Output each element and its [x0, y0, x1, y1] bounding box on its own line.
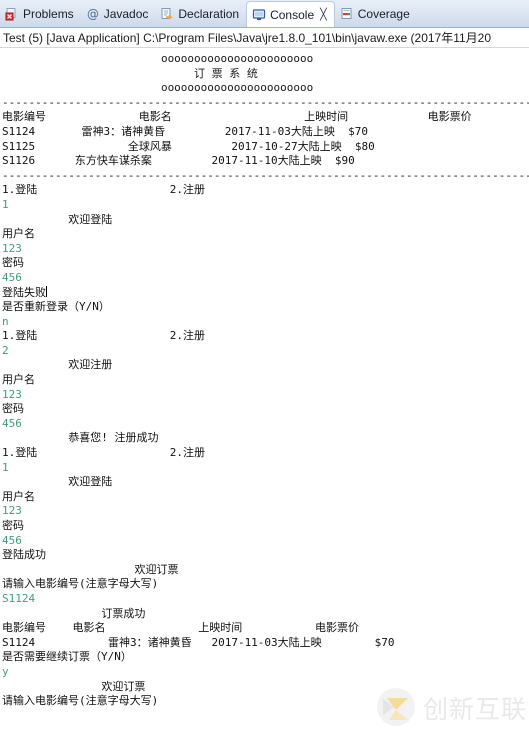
console-icon	[252, 8, 266, 22]
console-line-list: ooooooooooooooooooooooo 订 票 系 统 oooooooo…	[2, 52, 529, 709]
console-line: 1	[2, 197, 9, 211]
tab-console[interactable]: Console ╳	[246, 1, 335, 27]
console-line: ooooooooooooooooooooooo	[2, 81, 314, 95]
console-line: 电影编号 电影名 上映时间 电影票价	[2, 621, 360, 635]
view-tab-bar: Problems @ Javadoc Declaration Console ╳…	[0, 0, 529, 28]
console-line: S1124 雷神3：诸神黄昏 2017-11-03大陆上映 $70	[2, 124, 369, 138]
console-line: 密码	[2, 519, 24, 532]
console-line: 2	[2, 343, 9, 357]
declaration-icon	[160, 7, 174, 21]
console-line: 恭喜您! 注册成功	[2, 431, 159, 445]
console-line-text: 登陆失败	[2, 285, 46, 299]
console-line: 456	[2, 533, 22, 547]
console-line: 123	[2, 387, 22, 401]
tab-coverage[interactable]: Coverage	[335, 0, 417, 27]
console-line: 订 票 系 统	[2, 66, 258, 80]
console-line: n	[2, 314, 9, 328]
console-line: 登陆成功	[2, 548, 46, 562]
tab-declaration[interactable]: Declaration	[155, 0, 246, 27]
tab-declaration-label: Declaration	[178, 6, 240, 21]
console-line: 1.登陆 2.注册	[2, 446, 205, 460]
console-line: 是否重新登录（Y/N）	[2, 300, 110, 314]
coverage-icon	[340, 7, 354, 21]
tab-javadoc-label: Javadoc	[103, 6, 149, 21]
launch-config-status: Test (5) [Java Application] C:\Program F…	[0, 28, 529, 48]
console-line: S1126 东方快车谋杀案 2017-11-10大陆上映 $90	[2, 154, 355, 168]
console-line: 欢迎登陆	[2, 212, 113, 226]
console-line: 用户名	[2, 227, 35, 241]
console-line: 用户名	[2, 489, 35, 503]
console-line: ooooooooooooooooooooooo	[2, 52, 314, 65]
console-line: 用户名	[2, 373, 35, 387]
console-line: 456	[2, 416, 22, 430]
tab-javadoc[interactable]: @ Javadoc	[81, 0, 156, 27]
console-line: 123	[2, 504, 22, 518]
tab-problems[interactable]: Problems	[0, 0, 81, 27]
svg-text:@: @	[87, 7, 99, 21]
console-line: 456	[2, 270, 22, 284]
console-line: 电影编号 电影名 上映时间 电影票价	[2, 110, 472, 124]
problems-icon	[5, 7, 19, 21]
console-line: 欢迎注册	[2, 358, 113, 372]
console-line: S1124	[2, 591, 36, 605]
console-line: 登陆失败	[2, 285, 529, 301]
console-line: 是否需要继续订票（Y/N）	[2, 650, 132, 664]
tab-coverage-label: Coverage	[357, 6, 410, 21]
console-line: 请输入电影编号(注意字母大写)	[2, 694, 159, 708]
text-caret	[46, 285, 47, 297]
console-line: 1.登陆 2.注册	[2, 183, 205, 197]
console-line: 1.登陆 2.注册	[2, 329, 205, 343]
tab-problems-label: Problems	[23, 6, 74, 21]
console-line: ----------------------------------------…	[2, 168, 529, 182]
javadoc-at-icon: @	[86, 7, 100, 21]
console-line: 订票成功	[2, 606, 146, 620]
console-line: 密码	[2, 402, 24, 416]
console-line: 欢迎订票	[2, 562, 179, 576]
tab-console-label: Console	[270, 7, 315, 22]
console-line: 欢迎订票	[2, 679, 146, 693]
close-icon[interactable]: ╳	[320, 8, 327, 21]
console-line: ----------------------------------------…	[2, 95, 529, 109]
console-line: y	[2, 664, 9, 678]
console-line: 欢迎登陆	[2, 475, 113, 489]
console-output[interactable]: ooooooooooooooooooooooo 订 票 系 统 oooooooo…	[0, 48, 529, 739]
console-line: 123	[2, 241, 22, 255]
console-line: S1125 全球风暴 2017-10-27大陆上映 $80	[2, 139, 375, 153]
console-line: 1	[2, 460, 9, 474]
console-line: S1124 雷神3：诸神黄昏 2017-11-03大陆上映 $70	[2, 635, 395, 649]
console-line: 密码	[2, 256, 24, 270]
console-line: 请输入电影编号(注意字母大写)	[2, 577, 159, 591]
